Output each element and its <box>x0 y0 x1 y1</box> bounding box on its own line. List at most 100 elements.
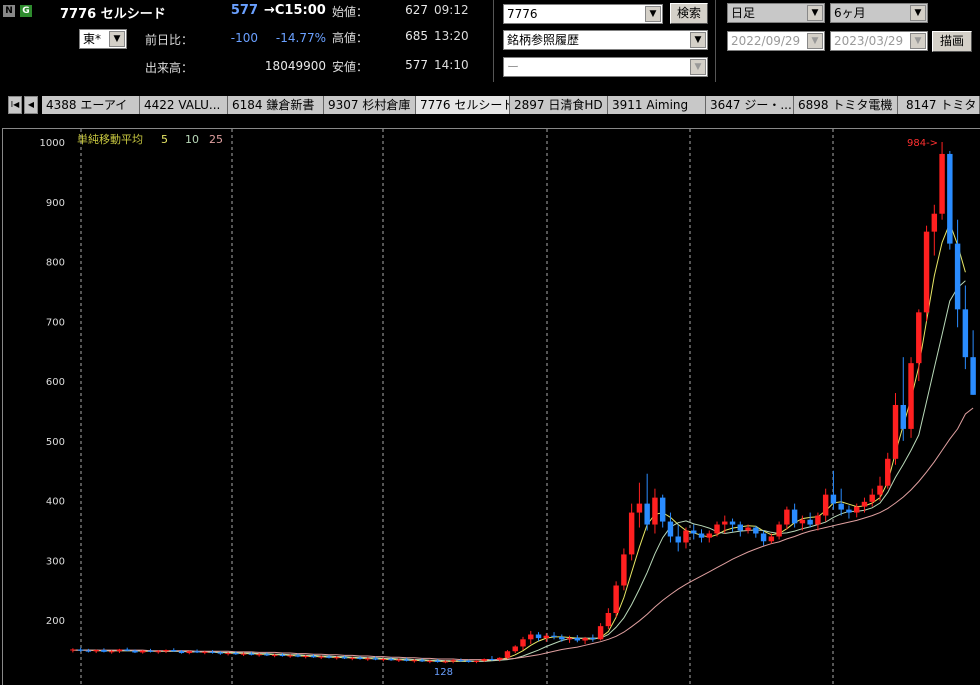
g-badge[interactable]: G <box>20 5 32 17</box>
first-page-icon[interactable]: I◀ <box>8 96 22 114</box>
volume-label: 出来高： <box>145 61 194 75</box>
prev-page-icon[interactable]: ◀ <box>24 96 38 114</box>
candle-body <box>217 652 224 654</box>
code-input[interactable]: 7776 ▼ <box>503 4 663 24</box>
price-chart[interactable]: 1000 900 800 700 600 500 400 300 200 単純移動平均 5 10 25 9… <box>2 128 980 685</box>
candle-body <box>916 312 922 364</box>
candle-body <box>706 533 712 538</box>
candle-body <box>186 651 193 654</box>
interval-select-value: 日足 <box>731 6 756 20</box>
symbol-tab[interactable]: 8147 トミタ <box>898 96 980 114</box>
symbol-tab-bar: I◀ ◀ 4388 エーアイ 4422 VALU... 6184 鎌倉新書 93… <box>0 96 980 118</box>
low-label: 安値： <box>332 60 369 74</box>
ma-legend-5: 5 <box>161 133 168 146</box>
candle-body <box>512 646 518 652</box>
candle-body <box>132 650 138 653</box>
candle-body <box>776 524 782 537</box>
candle-body <box>442 661 449 663</box>
candle-body <box>947 153 953 244</box>
symbol-tab[interactable]: 3647 ジー・... <box>706 96 794 114</box>
change-pct: -14.77% <box>275 31 326 45</box>
symbol-tab[interactable]: 6898 トミタ電機 <box>794 96 898 114</box>
candle-body <box>543 635 549 639</box>
chevron-down-icon: ▼ <box>690 32 706 48</box>
candle-body <box>357 657 363 660</box>
candle-body <box>225 653 231 655</box>
candle-body <box>861 501 868 507</box>
candle-body <box>70 649 76 651</box>
interval-select[interactable]: 日足 ▼ <box>727 3 825 23</box>
search-button[interactable]: 検索 <box>670 3 708 24</box>
symbol-tab[interactable]: 3911 Aiming <box>608 96 706 114</box>
high-value: 685 <box>405 29 428 43</box>
candle-body <box>559 636 565 640</box>
candle-body <box>830 494 837 504</box>
symbol-tab[interactable]: 4422 VALU... <box>140 96 228 114</box>
symbol-tab-active[interactable]: 7776 セルシード <box>416 96 510 114</box>
candle-body <box>295 655 301 657</box>
candle-body <box>419 660 425 662</box>
open-label: 始値： <box>332 5 369 19</box>
candle-body <box>652 497 658 525</box>
candle-body <box>892 404 899 459</box>
high-marker: 984-> <box>907 138 938 149</box>
ma-legend-10: 10 <box>185 133 199 146</box>
low-time: 14:10 <box>434 58 469 72</box>
candle-body <box>147 650 154 652</box>
candle-body <box>178 651 185 654</box>
candle-body <box>497 657 503 660</box>
chevron-down-icon: ▼ <box>910 33 926 49</box>
candle-body <box>551 635 557 637</box>
symbol-tab[interactable]: 6184 鎌倉新書 <box>228 96 324 114</box>
candle-body <box>116 649 123 652</box>
ma-legend-title: 単純移動平均 <box>77 132 143 146</box>
candle-body <box>202 651 208 653</box>
candle-body <box>846 509 852 513</box>
candle-body <box>791 509 798 524</box>
candle-body <box>605 612 612 627</box>
candle-body <box>582 638 588 641</box>
ma-line-10 <box>72 280 966 662</box>
ma-legend-25: 25 <box>209 133 223 146</box>
candle-body <box>279 654 286 657</box>
candle-body <box>101 650 107 652</box>
third-select[interactable]: ー ▼ <box>503 57 708 77</box>
chevron-down-icon: ▼ <box>645 6 661 22</box>
candle-body <box>233 653 239 655</box>
n-badge[interactable]: N <box>3 5 15 17</box>
history-select-value: 銘柄参照履歴 <box>507 33 580 47</box>
y-tick-label: 900 <box>46 198 65 209</box>
candle-body <box>714 524 720 534</box>
candle-body <box>504 651 511 658</box>
candle-body <box>388 659 394 661</box>
candle-body <box>931 213 938 232</box>
candle-body <box>427 660 433 662</box>
market-select[interactable]: 東* ▼ <box>79 29 127 49</box>
stock-title: 7776 セルシード <box>60 7 166 22</box>
chevron-down-icon: ▼ <box>807 5 823 21</box>
ma-line-5 <box>72 221 966 662</box>
span-select[interactable]: 6ヶ月 ▼ <box>830 3 928 23</box>
candle-body <box>675 536 681 543</box>
date-to-value: 2023/03/29 <box>834 34 904 48</box>
candle-body <box>302 656 309 658</box>
symbol-tab[interactable]: 2897 日清食HD <box>510 96 608 114</box>
candle-body <box>566 638 573 640</box>
date-from-picker[interactable]: 2022/09/29 ▼ <box>727 31 825 51</box>
candle-body <box>310 656 317 658</box>
date-to-picker[interactable]: 2023/03/29 ▼ <box>830 31 928 51</box>
candle-body <box>85 650 92 652</box>
candle-body <box>535 634 542 639</box>
candle-body <box>194 651 200 653</box>
history-select[interactable]: 銘柄参照履歴 ▼ <box>503 30 708 50</box>
symbol-tab[interactable]: 9307 杉村倉庫 <box>324 96 416 114</box>
symbol-tab[interactable]: 4388 エーアイ <box>42 96 140 114</box>
open-time: 09:12 <box>434 3 469 17</box>
candle-body <box>77 649 84 651</box>
candle-body <box>737 524 744 531</box>
candle-body <box>380 659 387 661</box>
code-input-value: 7776 <box>507 7 538 21</box>
candle-body <box>403 659 410 661</box>
draw-button[interactable]: 描画 <box>932 31 972 52</box>
candle-body <box>597 626 604 640</box>
